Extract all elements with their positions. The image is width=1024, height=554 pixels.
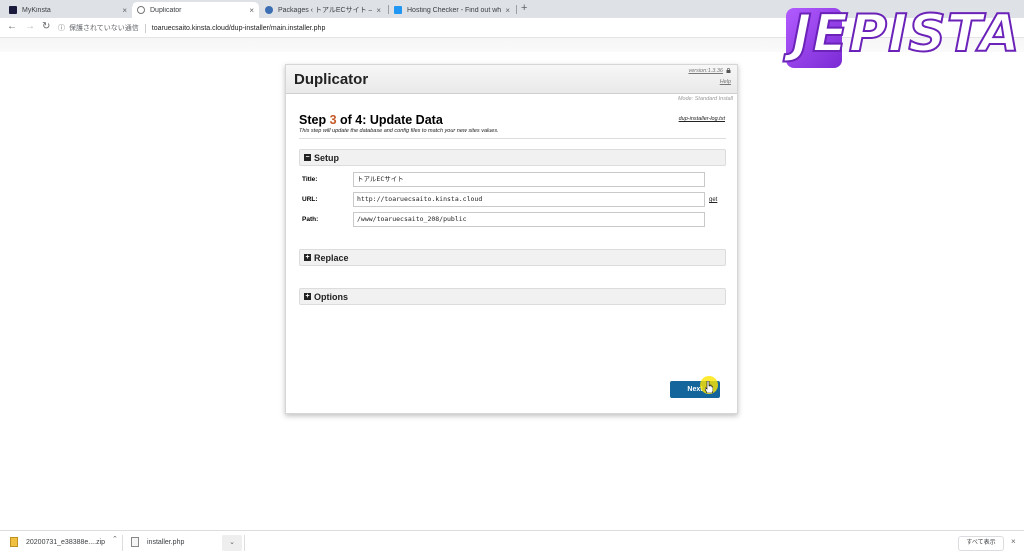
url-label: URL:	[302, 196, 318, 203]
section-label: Options	[314, 291, 348, 302]
tab-mykinsta[interactable]: MyKinsta ×	[4, 2, 132, 18]
path-input[interactable]: /www/toaruecsaito_208/public	[353, 212, 705, 227]
section-label: Setup	[314, 152, 340, 163]
collapse-icon: −	[304, 154, 311, 161]
expand-icon: +	[304, 254, 311, 261]
setup-section-header[interactable]: − Setup	[299, 149, 726, 166]
back-icon[interactable]: ←	[7, 21, 17, 32]
expand-icon: +	[304, 293, 311, 300]
tab-hosting-checker[interactable]: Hosting Checker - Find out who… ×	[389, 2, 515, 18]
brand-title: Duplicator	[294, 71, 369, 88]
close-icon[interactable]: ×	[376, 6, 381, 15]
download-filename: 20200731_e38388e....zip	[26, 538, 106, 546]
close-icon[interactable]: ×	[1011, 537, 1016, 546]
kinsta-icon	[9, 6, 17, 14]
installer-header: Duplicator version:1.3.36 Help	[286, 65, 737, 94]
help-link[interactable]: Help	[720, 79, 731, 85]
globe-icon	[137, 6, 145, 14]
step-number: 3	[329, 113, 337, 127]
section-label: Replace	[314, 252, 349, 263]
divider	[299, 138, 726, 139]
url-text[interactable]: toaruecsaito.kinsta.cloud/dup-installer/…	[152, 25, 326, 32]
show-all-button[interactable]: すべて表示	[958, 536, 1004, 551]
close-icon[interactable]: ×	[122, 6, 127, 15]
tab-duplicator[interactable]: Duplicator ×	[132, 2, 259, 18]
download-divider	[122, 535, 123, 551]
version-link[interactable]: version:1.3.36	[688, 68, 723, 74]
tab-title: MyKinsta	[22, 6, 51, 14]
tab-title: Duplicator	[150, 6, 182, 14]
download-item-php[interactable]: installer.php	[131, 537, 184, 547]
download-divider	[244, 535, 245, 551]
install-mode: Mode: Standard Install	[677, 96, 733, 102]
file-icon	[131, 537, 139, 547]
close-icon[interactable]: ×	[249, 6, 254, 15]
download-filename: installer.php	[147, 538, 185, 546]
plus-icon[interactable]: +	[521, 2, 527, 14]
step-description: This step will update the database and c…	[299, 128, 499, 134]
lock-icon	[726, 68, 731, 73]
logo-text: JEPISTA	[791, 3, 1021, 65]
address-bar[interactable]: ⓘ 保護されていない通信 toaruecsaito.kinsta.cloud/d…	[58, 20, 778, 36]
tab-title: Hosting Checker - Find out who…	[407, 6, 502, 14]
security-status: 保護されていない通信	[69, 25, 139, 32]
step-title: Step 3 of 4: Update Data	[299, 113, 443, 127]
omnibox-divider	[144, 23, 146, 33]
options-section-header[interactable]: + Options	[299, 288, 726, 305]
jepista-logo: JEPISTA	[784, 3, 1020, 70]
tab-title: Packages ‹ トアルECサイト — Wor…	[278, 7, 372, 14]
step-suffix: of 4: Update Data	[336, 113, 443, 127]
title-label: Title:	[302, 176, 318, 183]
installer-log-link[interactable]: dup-installer-log.txt	[679, 116, 725, 122]
close-icon[interactable]: ×	[505, 6, 510, 15]
path-label: Path:	[302, 216, 319, 223]
tab-divider	[516, 5, 517, 14]
info-icon[interactable]: ⓘ	[58, 23, 65, 33]
reload-icon[interactable]: ↻	[42, 21, 50, 32]
installer-panel: Duplicator version:1.3.36 Help Mode: Sta…	[285, 64, 738, 414]
title-input[interactable]: トアルECサイト	[353, 172, 705, 187]
download-item-zip[interactable]: 20200731_e38388e....zip	[10, 537, 105, 547]
url-get-link[interactable]: get	[709, 197, 717, 203]
wordpress-icon	[265, 6, 273, 14]
download-options-icon[interactable]: ⌃	[112, 535, 118, 543]
chevron-down-icon[interactable]: ⌄	[222, 535, 242, 551]
url-input[interactable]: http://toaruecsaito.kinsta.cloud	[353, 192, 705, 207]
replace-section-header[interactable]: + Replace	[299, 249, 726, 266]
forward-icon[interactable]: →	[25, 21, 35, 32]
hosting-checker-icon	[394, 6, 402, 14]
tab-packages[interactable]: Packages ‹ トアルECサイト — Wor… ×	[260, 2, 386, 18]
download-bar: 20200731_e38388e....zip ⌃ installer.php …	[0, 530, 1024, 554]
zip-file-icon	[10, 537, 18, 547]
step-prefix: Step	[299, 113, 330, 127]
hand-cursor-icon	[705, 381, 713, 393]
